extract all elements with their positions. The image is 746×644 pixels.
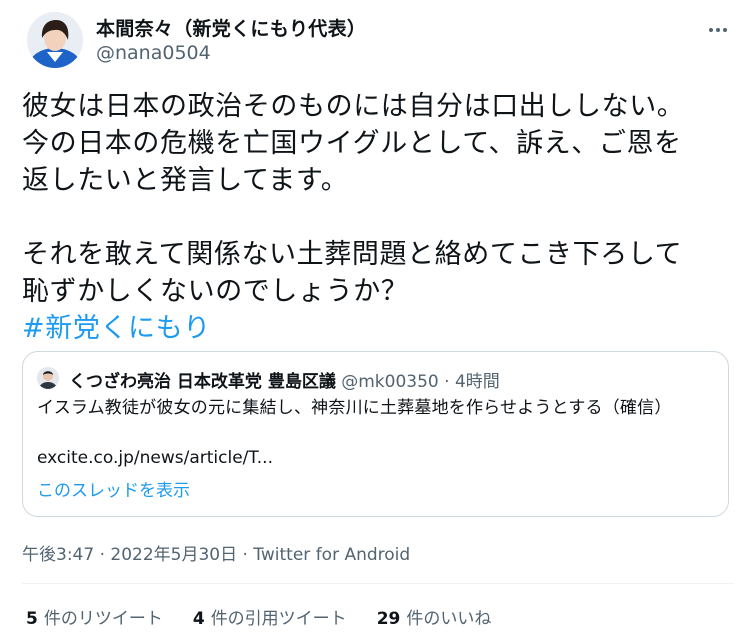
user-avatar[interactable] (27, 12, 83, 68)
more-options-button[interactable] (704, 16, 732, 44)
tweet-text: 彼女は日本の政治そのものには自分は口出ししない。 今の日本の危機を亡国ウイグルと… (22, 88, 734, 347)
show-thread-link[interactable]: このスレッドを表示 (37, 476, 190, 501)
quoted-tweet-link[interactable]: excite.co.jp/news/article/T... (37, 448, 273, 468)
avatar-image (27, 12, 83, 68)
quoted-tweet-text: イスラム教徒が彼女の元に集結し、神奈川に土葬墓地を作らせようとする（確信） (37, 398, 672, 418)
likes-stat[interactable]: 29 件のいいね (377, 604, 492, 629)
quoted-tweet-header: くつざわ亮治 日本改革党 豊島区議 @mk00350 · 4時間 (69, 367, 500, 392)
tweet-timestamp[interactable]: 午後3:47 · 2022年5月30日 · Twitter for Androi… (22, 540, 410, 565)
tweet-detail: 本間奈々（新党くにもり代表） @nana0504 彼女は日本の政治そのものには自… (0, 0, 746, 644)
quoted-avatar-image (37, 367, 59, 389)
engagement-stats: 5 件のリツイート 4 件の引用ツイート 29 件のいいね (26, 604, 491, 629)
retweets-label: 件のリツイート (43, 609, 163, 629)
quoted-author-name[interactable]: くつざわ亮治 日本改革党 豊島区議 (69, 372, 336, 392)
author-display-name[interactable]: 本間奈々（新党くにもり代表） (96, 14, 366, 41)
likes-label: 件のいいね (406, 609, 492, 629)
likes-count: 29 (376, 609, 401, 629)
more-icon (709, 28, 727, 32)
hashtag-link[interactable]: #新党くにもり (22, 310, 734, 347)
author-handle[interactable]: @nana0504 (96, 42, 211, 64)
quotes-label: 件の引用ツイート (210, 609, 347, 629)
divider (22, 583, 734, 584)
tweet-text-line: 彼女は日本の政治そのものには自分は口出ししない。 (22, 91, 685, 122)
retweets-stat[interactable]: 5 件のリツイート (26, 604, 163, 629)
tweet-text-line: 返したいと発言してます。 (22, 165, 349, 196)
tweet-text-line: 今の日本の危機を亡国ウイグルとして、訴え、ご恩を (22, 128, 682, 159)
quote-tweets-stat[interactable]: 4 件の引用ツイート (193, 604, 347, 629)
quoted-tweet-card[interactable]: くつざわ亮治 日本改革党 豊島区議 @mk00350 · 4時間 イスラム教徒が… (22, 351, 729, 517)
quotes-count: 4 (192, 609, 205, 629)
retweets-count: 5 (26, 609, 38, 629)
quoted-user-avatar[interactable] (37, 367, 59, 389)
tweet-text-line: 恥ずかしくないのでしょうか？ (22, 276, 409, 307)
quoted-author-meta: @mk00350 · 4時間 (335, 372, 500, 392)
tweet-text-line: それを敢えて関係ない土葬問題と絡めてこき下ろして (22, 239, 683, 270)
